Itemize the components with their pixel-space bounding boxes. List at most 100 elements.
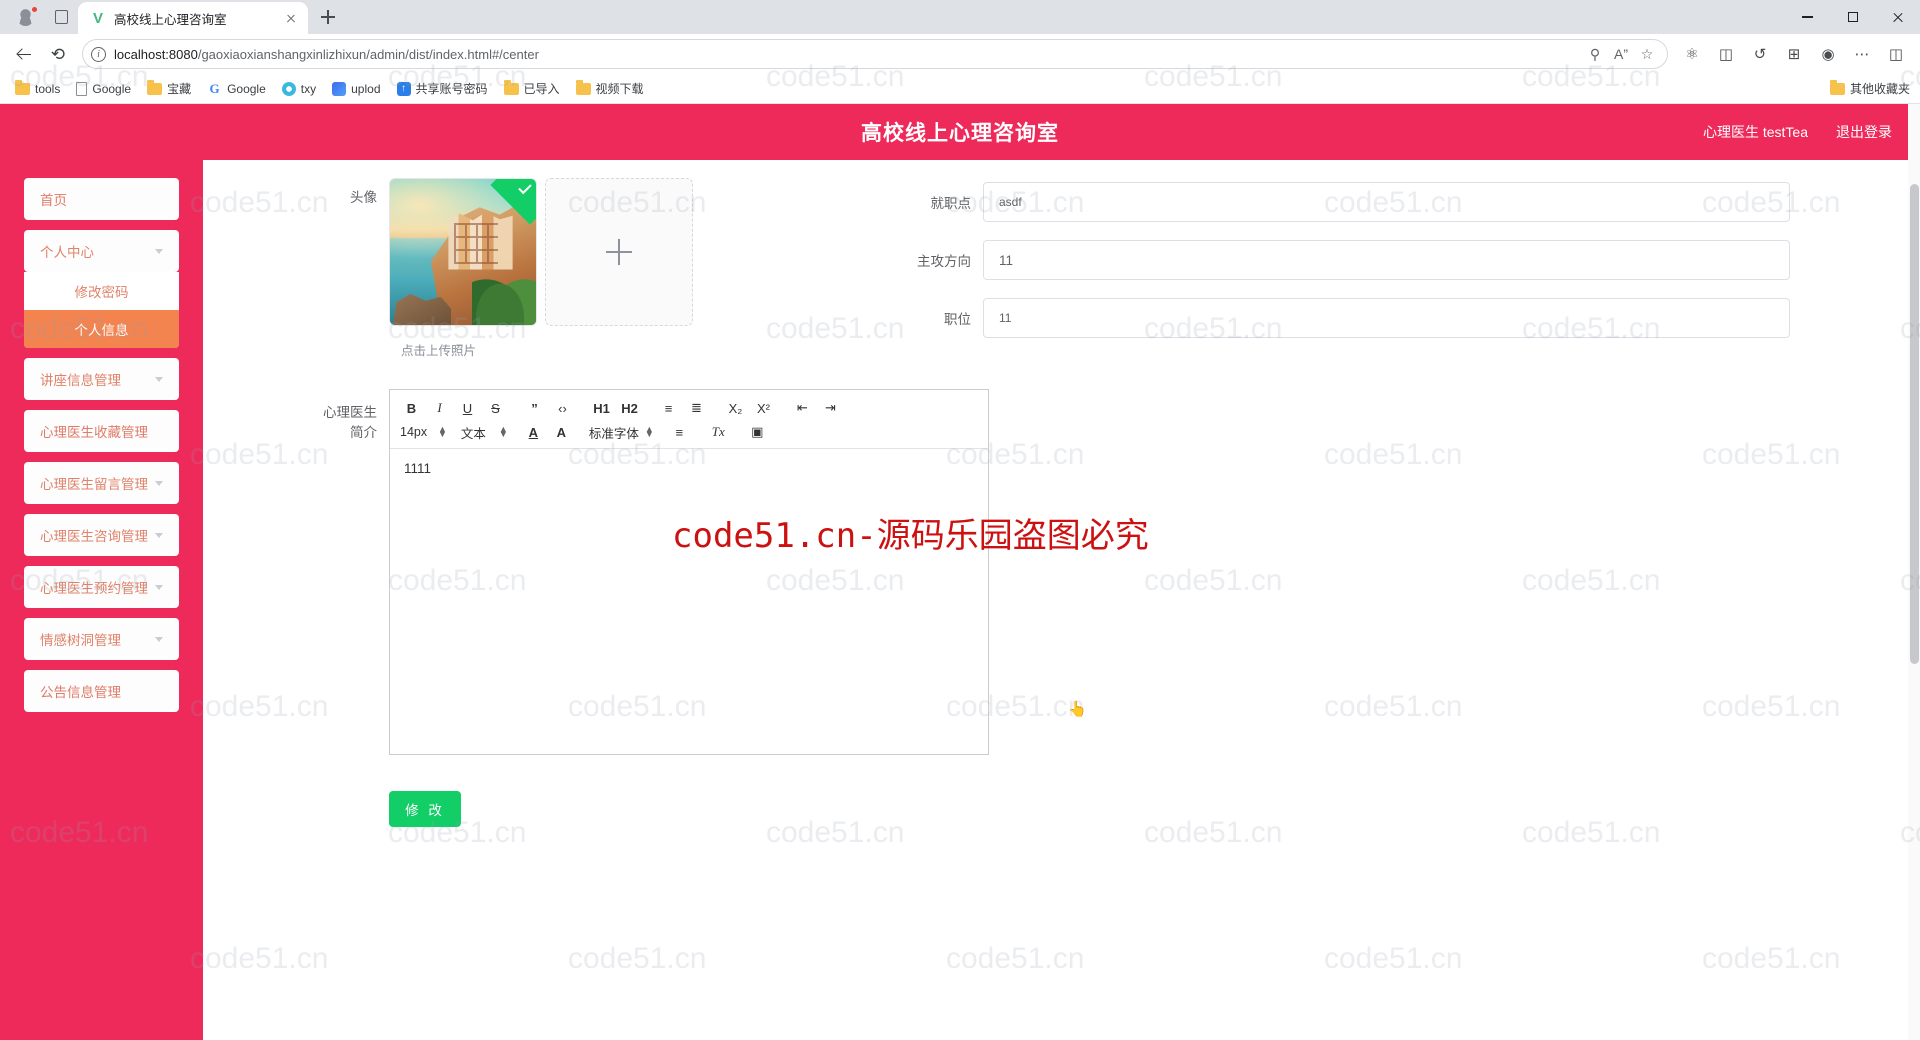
underline-icon[interactable]: U <box>456 397 479 419</box>
heading-1-icon[interactable]: H1 <box>590 397 613 419</box>
collections-icon[interactable]: ⊞ <box>1778 38 1810 70</box>
sidebar-item-label: 心理医生留言管理 <box>40 477 148 492</box>
bookmark-tools[interactable]: tools <box>8 79 67 99</box>
bookmark-label: 其他收藏夹 <box>1849 82 1910 96</box>
bookmark-other-favorites[interactable]: 其他收藏夹 <box>1829 80 1910 97</box>
history-icon[interactable]: ↺ <box>1744 38 1776 70</box>
back-button[interactable] <box>8 38 40 70</box>
chevron-down-icon <box>155 480 163 486</box>
close-icon[interactable] <box>282 9 300 27</box>
bookmark-baozang[interactable]: 宝藏 <box>140 77 198 100</box>
bookmark-label: tools <box>35 81 61 96</box>
navigation-bar: ⟳ i localhost:8080/gaoxiaoxianshangxinli… <box>0 34 1920 74</box>
sidebar-item-label: 首页 <box>40 193 67 208</box>
strikethrough-icon[interactable]: S <box>484 397 507 419</box>
favorite-star-icon[interactable]: ☆ <box>1635 42 1659 66</box>
sidebar-item-label: 心理医生咨询管理 <box>40 529 148 544</box>
browser-essentials-icon[interactable]: ◉ <box>1812 38 1844 70</box>
bold-icon[interactable]: B <box>400 397 423 419</box>
editor-toolbar: B I U S ” ‹› H1 H2 ≡ ≣ X₂ X² ⇤ ⇥ 14px ▲ … <box>390 390 988 449</box>
minimize-button[interactable] <box>1785 0 1830 34</box>
reload-icon: ⟳ <box>50 44 66 64</box>
heading-2-icon[interactable]: H2 <box>618 397 641 419</box>
workplace-input[interactable]: asdf <box>983 182 1790 222</box>
bookmark-txy[interactable]: txy <box>275 79 323 99</box>
bullet-list-icon[interactable]: ≣ <box>685 397 708 419</box>
reload-button[interactable]: ⟳ <box>42 38 74 70</box>
align-icon[interactable]: ≡ <box>668 421 691 443</box>
sidebar-item-appointment-management[interactable]: 心理医生预约管理 <box>24 566 179 608</box>
highlight-color-icon[interactable]: A <box>550 421 573 443</box>
superscript-icon[interactable]: X² <box>752 397 775 419</box>
italic-icon[interactable]: I <box>428 397 451 419</box>
add-photo-button[interactable] <box>545 178 693 326</box>
scrollbar-thumb[interactable] <box>1910 184 1919 664</box>
bookmark-google[interactable]: G Google <box>200 78 273 100</box>
bookmark-video-download[interactable]: 视频下载 <box>569 77 651 100</box>
bookmark-shared-passwords[interactable]: ↑ 共享账号密码 <box>390 77 495 100</box>
split-screen-icon[interactable]: ◫ <box>1710 38 1742 70</box>
rich-text-editor[interactable]: B I U S ” ‹› H1 H2 ≡ ≣ X₂ X² ⇤ ⇥ 14px ▲ … <box>389 389 989 755</box>
profile-avatar[interactable] <box>6 3 44 31</box>
chevron-down-icon <box>155 584 163 590</box>
new-tab-button[interactable] <box>314 3 342 31</box>
editor-content-area[interactable]: 1111 <box>390 449 988 754</box>
sidebar-item-consultation-management[interactable]: 心理医生咨询管理 <box>24 514 179 556</box>
sidebar-item-home[interactable]: 首页 <box>24 178 179 220</box>
subscript-icon[interactable]: X₂ <box>724 397 747 419</box>
font-size-value: 14px <box>400 425 428 439</box>
bookmark-uplod[interactable]: uplod <box>325 79 387 99</box>
tab-search-button[interactable] <box>44 3 78 31</box>
blockquote-icon[interactable]: ” <box>523 397 546 419</box>
sidebar-subitem-change-password[interactable]: 修改密码 <box>24 272 179 310</box>
sidebar-subitem-personal-info[interactable]: 个人信息 <box>24 310 179 348</box>
text-type-select[interactable]: 文本 ▲ ▼ <box>461 423 508 442</box>
specialty-input[interactable]: 11 <box>983 240 1790 280</box>
maximize-button[interactable] <box>1830 0 1875 34</box>
sidebar-item-lecture-management[interactable]: 讲座信息管理 <box>24 358 179 400</box>
stepper-icon: ▲ ▼ <box>644 424 654 439</box>
sidebar-item-favorites-management[interactable]: 心理医生收藏管理 <box>24 410 179 452</box>
bookmark-label: Google <box>92 81 132 96</box>
insert-image-icon[interactable]: ▣ <box>746 421 769 443</box>
bookmark-google-doc[interactable]: Google <box>69 79 138 99</box>
tab-strip: V 高校线上心理咨询室 <box>0 0 1920 34</box>
omnibox-actions: ⚲ A” ☆ <box>1583 42 1659 66</box>
page-scrollbar[interactable] <box>1908 104 1920 1040</box>
ordered-list-icon[interactable]: ≡ <box>657 397 680 419</box>
code-block-icon[interactable]: ‹› <box>551 397 574 419</box>
sidebar-item-label: 讲座信息管理 <box>40 373 121 388</box>
avatar-thumbnail[interactable] <box>389 178 537 326</box>
editor-toolbar-row-2: 14px ▲ ▼ 文本 ▲ ▼ A A 标准字体 ▲ ▼ ≡ Tx ▣ <box>400 420 984 444</box>
font-color-icon[interactable]: A <box>522 421 545 443</box>
avatar-uploader[interactable] <box>389 178 693 326</box>
tab-title: 高校线上心理咨询室 <box>114 12 227 27</box>
position-input[interactable]: 11 <box>983 298 1790 338</box>
sidebar-icon[interactable]: ◫ <box>1880 38 1912 70</box>
address-bar[interactable]: i localhost:8080/gaoxiaoxianshangxinlizh… <box>82 39 1668 69</box>
settings-more-icon[interactable]: ⋯ <box>1846 38 1878 70</box>
clear-format-icon[interactable]: Tx <box>707 421 730 443</box>
read-aloud-icon[interactable]: A” <box>1609 42 1633 66</box>
extensions-icon[interactable]: ⚛ <box>1676 38 1708 70</box>
outdent-icon[interactable]: ⇤ <box>791 397 814 419</box>
sidebar-item-announcement-management[interactable]: 公告信息管理 <box>24 670 179 712</box>
font-family-value: 标准字体 <box>588 426 639 441</box>
key-icon[interactable]: ⚲ <box>1583 42 1607 66</box>
save-button[interactable]: 修 改 <box>389 791 461 827</box>
logout-button[interactable]: 退出登录 <box>1836 122 1892 142</box>
indent-icon[interactable]: ⇥ <box>819 397 842 419</box>
sidebar-item-emotion-treehole-management[interactable]: 情感树洞管理 <box>24 618 179 660</box>
font-family-select[interactable]: 标准字体 ▲ ▼ <box>589 423 654 442</box>
close-window-button[interactable] <box>1875 0 1920 34</box>
sidebar-item-personal-center[interactable]: 个人中心 <box>24 230 179 272</box>
tab-list-icon <box>54 10 68 24</box>
sidebar-item-message-management[interactable]: 心理医生留言管理 <box>24 462 179 504</box>
font-size-select[interactable]: 14px ▲ ▼ <box>400 425 447 440</box>
chevron-down-icon <box>155 248 163 254</box>
bookmark-imported[interactable]: 已导入 <box>497 77 567 100</box>
minimize-icon <box>1802 16 1813 18</box>
site-info-icon[interactable]: i <box>91 46 106 62</box>
browser-tab[interactable]: V 高校线上心理咨询室 <box>78 2 308 34</box>
plus-icon <box>606 239 632 265</box>
